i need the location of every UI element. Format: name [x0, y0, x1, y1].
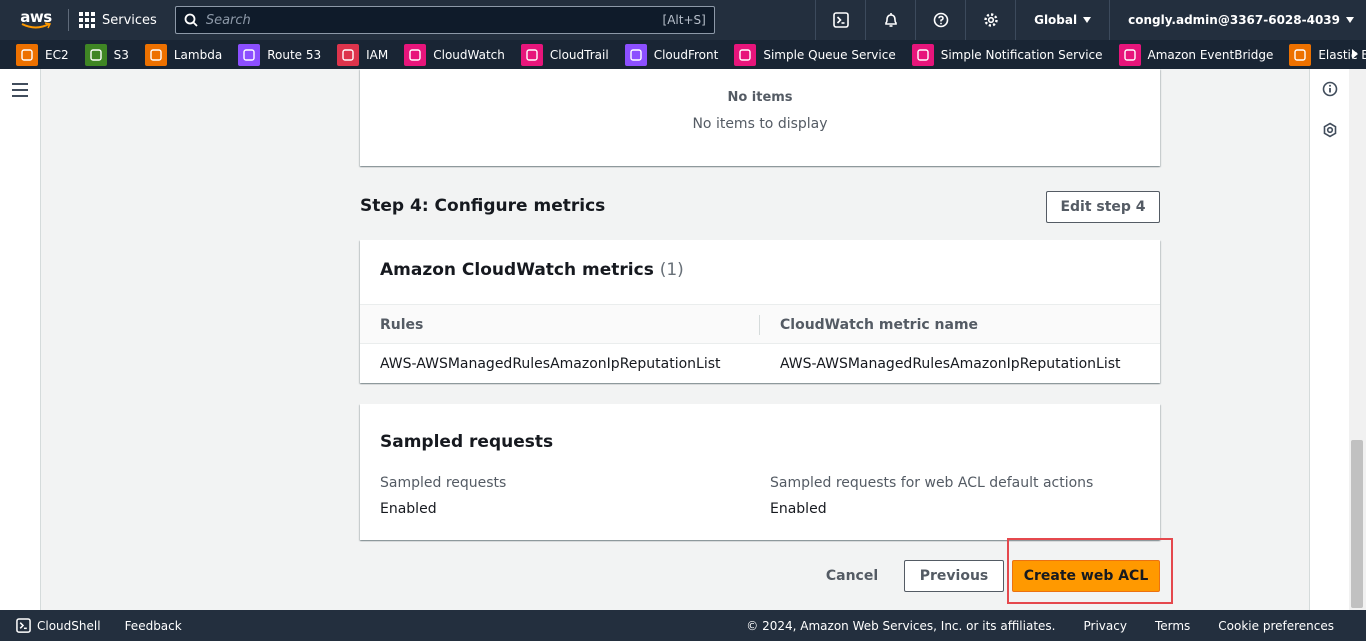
favorite-label: EC2	[45, 47, 69, 62]
terms-link[interactable]: Terms	[1155, 619, 1190, 633]
privacy-link[interactable]: Privacy	[1083, 619, 1126, 633]
sampled-requests-card: Sampled requests Sampled requests Enable…	[360, 404, 1160, 540]
terminal-icon	[16, 618, 31, 633]
grid-icon	[79, 12, 95, 28]
cloudshell-nav-button[interactable]	[815, 0, 865, 40]
favorite-label: CloudTrail	[549, 47, 609, 62]
s3-icon	[84, 43, 107, 66]
account-label: congly.admin@3367-6028-4039	[1128, 13, 1340, 27]
caret-down-icon	[1346, 17, 1354, 23]
caret-down-icon	[1083, 17, 1092, 23]
ec2-icon	[16, 43, 38, 66]
favorite-label: Lambda	[173, 47, 223, 62]
services-label: Services	[102, 12, 157, 28]
metrics-count: (1)	[659, 260, 684, 280]
account-menu[interactable]: congly.admin@3367-6028-4039	[1109, 0, 1366, 40]
sampled-default-value: Enabled	[770, 501, 827, 517]
favorite-label: S3	[113, 47, 129, 62]
empty-title: No items	[727, 90, 793, 105]
column-header-metric-name: CloudWatch metric name	[780, 317, 979, 333]
sns-icon	[911, 43, 934, 66]
metrics-title: Amazon CloudWatch metrics (1)	[380, 260, 684, 280]
sqs-icon	[734, 43, 757, 66]
gear-icon	[983, 13, 998, 27]
favorite-item[interactable]: IAM	[321, 43, 389, 66]
scroll-right-icon[interactable]	[1352, 49, 1358, 59]
table-cell-metric-name: AWS-AWSManagedRulesAmazonIpReputationLis…	[780, 356, 1121, 372]
edit-step4-button[interactable]: Edit step 4	[1046, 191, 1160, 223]
cloudwatch-icon	[404, 43, 427, 66]
highlight-box	[1007, 538, 1173, 604]
aws-logo[interactable]: aws	[14, 10, 58, 30]
region-selector[interactable]: Global	[1015, 0, 1109, 40]
favorite-item[interactable]: Simple Queue Service	[718, 43, 896, 66]
services-menu-button[interactable]: Services	[79, 12, 157, 28]
table-cell-rule: AWS-AWSManagedRulesAmazonIpReputationLis…	[380, 356, 721, 372]
footer: CloudShell Feedback © 2024, Amazon Web S…	[0, 610, 1366, 641]
cloudwatch-metrics-card: Amazon CloudWatch metrics (1) Rules Clou…	[360, 240, 1160, 383]
copyright-text: © 2024, Amazon Web Services, Inc. or its…	[746, 618, 1056, 633]
favorite-label: Simple Queue Service	[763, 47, 896, 62]
cancel-button[interactable]: Cancel	[820, 560, 884, 592]
hexagon-icon[interactable]	[1322, 122, 1338, 138]
search-shortcut: [Alt+S]	[662, 13, 706, 27]
favorite-item[interactable]: Route 53	[222, 43, 322, 66]
favorite-item[interactable]: Simple Notification Service	[896, 43, 1103, 66]
notifications-button[interactable]	[865, 0, 915, 40]
bell-icon	[884, 13, 897, 27]
search-input[interactable]: Search [Alt+S]	[174, 6, 715, 34]
cloudfront-icon	[624, 43, 647, 66]
favorite-label: CloudFront	[653, 47, 719, 62]
step4-title: Step 4: Configure metrics	[360, 196, 606, 216]
favorite-item[interactable]: CloudFront	[609, 43, 719, 66]
favorite-item[interactable]: CloudTrail	[505, 43, 609, 66]
column-header-rules: Rules	[380, 317, 424, 333]
top-navigation: aws Services Search [Alt+S] Global congl…	[0, 0, 1366, 40]
help-button[interactable]	[915, 0, 965, 40]
favorite-item[interactable]: Amazon EventBridge	[1103, 43, 1274, 66]
favorite-item[interactable]: S3	[69, 43, 129, 66]
scrollbar-thumb[interactable]	[1351, 440, 1363, 608]
sampled-requests-value: Enabled	[380, 501, 437, 517]
favorite-label: Route 53	[267, 47, 322, 62]
route53-icon	[238, 43, 261, 66]
rules-table-empty: No items No items to display	[360, 69, 1160, 166]
favorites-bar: EC2 S3 Lambda Route 53 IAM CloudWatch CloudTra…	[0, 40, 1366, 69]
empty-subtitle: No items to display	[692, 116, 828, 132]
region-label: Global	[1034, 13, 1078, 27]
cloudtrail-icon	[520, 43, 543, 66]
previous-button[interactable]: Previous	[904, 560, 1004, 592]
favorite-item[interactable]: Lambda	[129, 43, 223, 66]
sampled-requests-label: Sampled requests	[380, 475, 507, 491]
beanstalk-icon	[1289, 43, 1312, 66]
settings-button[interactable]	[965, 0, 1015, 40]
aws-smile-icon	[21, 22, 51, 29]
search-icon	[184, 13, 198, 27]
info-icon[interactable]	[1322, 81, 1338, 97]
favorite-item[interactable]: EC2	[0, 43, 69, 66]
cookie-preferences-link[interactable]: Cookie preferences	[1218, 619, 1334, 633]
cloudshell-footer-button[interactable]: CloudShell	[16, 618, 101, 633]
right-rail	[1309, 69, 1349, 610]
terminal-icon	[832, 12, 849, 28]
table-header: Rules CloudWatch metric name	[360, 304, 1160, 344]
sampled-title: Sampled requests	[380, 432, 554, 452]
eventbridge-icon	[1118, 43, 1141, 66]
sampled-default-label: Sampled requests for web ACL default act…	[770, 475, 1094, 491]
favorite-label: Elastic Beans	[1318, 47, 1366, 62]
favorite-item[interactable]: CloudWatch	[388, 43, 505, 66]
search-placeholder: Search	[205, 12, 251, 28]
left-rail	[0, 69, 41, 610]
feedback-link[interactable]: Feedback	[125, 619, 182, 633]
help-icon	[933, 12, 948, 28]
menu-icon[interactable]	[12, 83, 28, 101]
favorite-label: CloudWatch	[433, 47, 505, 62]
iam-icon	[337, 43, 360, 66]
favorite-label: Amazon EventBridge	[1147, 47, 1274, 62]
lambda-icon	[144, 43, 167, 66]
favorite-label: IAM	[366, 47, 389, 62]
favorite-label: Simple Notification Service	[940, 47, 1103, 62]
